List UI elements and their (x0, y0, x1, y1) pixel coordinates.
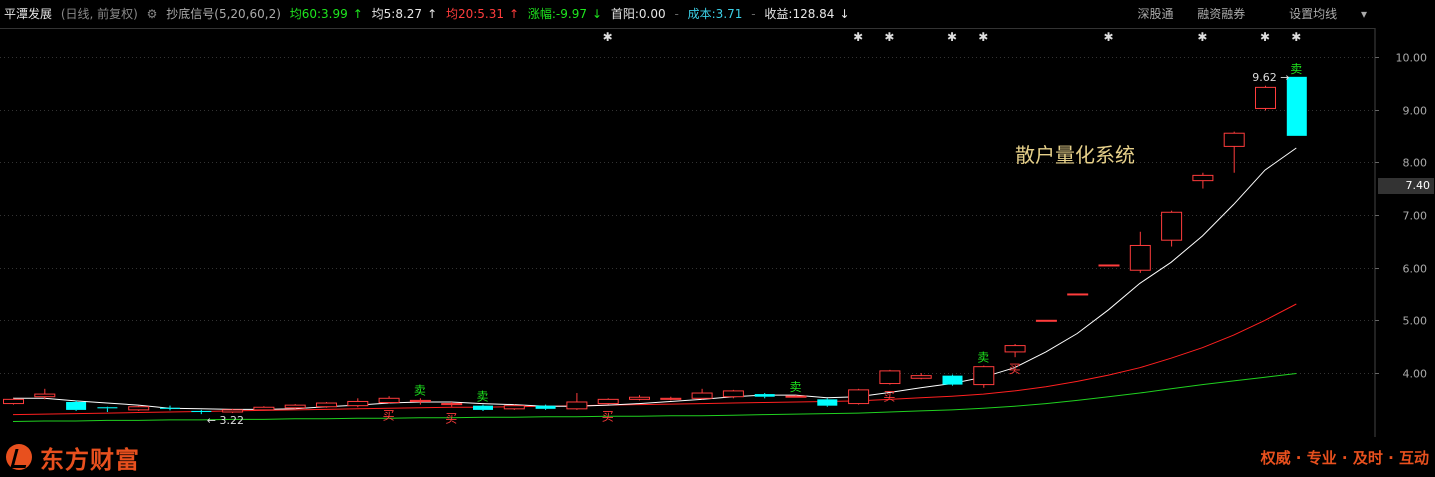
candle-body (160, 407, 180, 409)
max-price-label: 9.62 → (1252, 71, 1289, 84)
candle-body (191, 410, 212, 412)
slogan: 权威 · 专业 · 及时 · 互动 (1260, 449, 1429, 467)
sell-signal-label: 卖 (476, 390, 488, 404)
min-price-label: ← 3.22 (207, 414, 244, 427)
candle-body (1192, 174, 1214, 182)
candle-body (660, 397, 682, 400)
candle-body (785, 395, 807, 398)
candle-body (1129, 244, 1151, 271)
candle-body (1098, 264, 1120, 267)
candle-body (942, 375, 963, 385)
candle-body (1067, 293, 1089, 296)
candle-body (910, 375, 932, 379)
buy-signal-label: 买 (383, 409, 395, 423)
buy-signal-label: 买 (1009, 362, 1021, 376)
candle-body (473, 405, 493, 410)
candle-body (34, 393, 56, 398)
buy-signal-label: 买 (602, 410, 614, 424)
candle-body (128, 406, 150, 411)
candle-body (1004, 345, 1026, 353)
ma5-line (13, 147, 1297, 410)
star-marker: ✱ (1291, 30, 1301, 44)
y-tick-label: 8.00 (1403, 157, 1428, 170)
candle-body (691, 392, 713, 399)
candle-body (97, 407, 118, 409)
buy-signal-label: 买 (445, 412, 457, 426)
brand-logo: 东方财富 (6, 443, 140, 474)
candle-body (347, 400, 369, 407)
candle-body (503, 405, 525, 410)
brand-name: 东方财富 (40, 445, 140, 474)
candle-body (3, 398, 24, 405)
candle-body (817, 399, 838, 406)
sell-signal-label: 卖 (1290, 62, 1302, 76)
candle-body (1161, 211, 1183, 241)
y-tick-label: 4.00 (1403, 368, 1428, 381)
candle-body (629, 396, 650, 400)
star-marker: ✱ (1103, 30, 1113, 44)
brand-logo-icon (6, 444, 32, 470)
y-tick-label: 6.00 (1403, 263, 1428, 276)
candle-body (722, 390, 744, 398)
star-marker: ✱ (603, 30, 613, 44)
footer: 东方财富 权威 · 专业 · 及时 · 互动 (0, 437, 1435, 477)
candle-body (253, 406, 275, 411)
candle-body (222, 409, 244, 413)
candle-body (535, 405, 556, 409)
watermark-text: 散户量化系统 (1015, 143, 1135, 167)
candle-body (597, 398, 619, 405)
sell-signal-label: 卖 (789, 380, 801, 394)
star-marker: ✱ (853, 30, 863, 44)
y-tick-label: 10.00 (1396, 52, 1428, 65)
candle-body (1035, 319, 1057, 322)
candle-body (1255, 86, 1276, 109)
star-marker: ✱ (947, 30, 957, 44)
sell-signal-label: 卖 (977, 351, 989, 365)
current-price-tag: 7.40 (1378, 178, 1434, 194)
star-marker: ✱ (978, 30, 988, 44)
ma60-line (12, 373, 1297, 422)
candle-body (316, 402, 337, 408)
star-marker: ✱ (884, 30, 894, 44)
candle-body (566, 401, 588, 410)
candle-body (1286, 76, 1307, 136)
sell-signal-label: 卖 (414, 383, 426, 397)
candle-body (66, 401, 87, 410)
y-tick-label: 7.00 (1403, 210, 1428, 223)
candle-body (1223, 132, 1245, 147)
ma20-line (12, 303, 1297, 416)
y-tick-label: 9.00 (1403, 105, 1428, 118)
candle-body (441, 403, 463, 406)
candle-body (754, 394, 775, 397)
y-tick-label: 5.00 (1403, 315, 1428, 328)
candle-body (879, 370, 901, 385)
kline-chart[interactable]: 4.005.006.007.008.009.0010.00散户量化系统买买买买买… (0, 0, 1435, 437)
candle-body (284, 404, 306, 409)
candle-body (378, 397, 400, 404)
star-marker: ✱ (1260, 30, 1270, 44)
star-marker: ✱ (1197, 30, 1207, 44)
candle-body (409, 399, 431, 402)
candle-body (848, 389, 870, 405)
candle-body (973, 366, 995, 386)
buy-signal-label: 买 (883, 390, 895, 404)
